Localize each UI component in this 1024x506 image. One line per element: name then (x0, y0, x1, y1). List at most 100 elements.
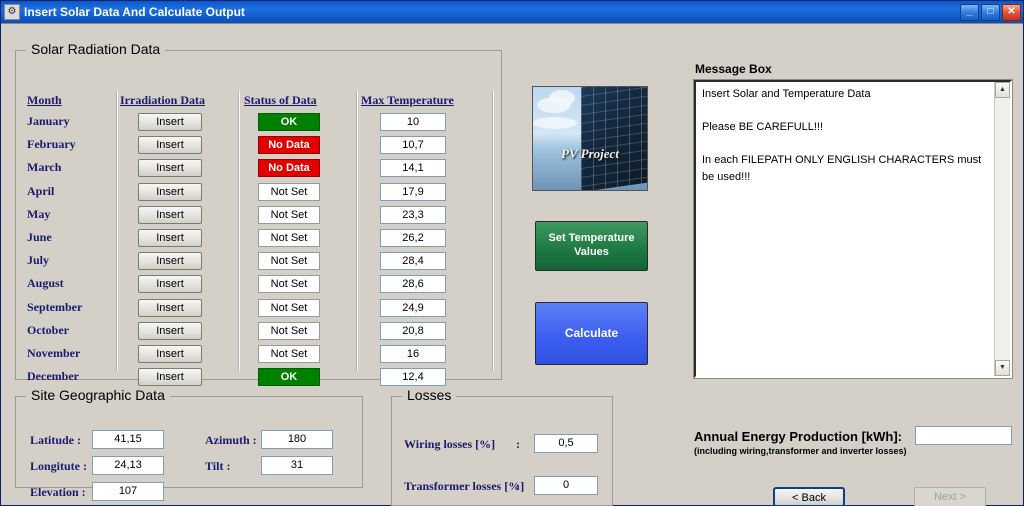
calculate-button[interactable]: Calculate (535, 302, 648, 365)
next-button: Next > (914, 487, 986, 506)
month-label: May (27, 207, 51, 221)
max-temperature-input[interactable]: 12,4 (380, 368, 446, 386)
month-label: November (27, 346, 81, 360)
max-temperature-input[interactable]: 20,8 (380, 322, 446, 340)
status-badge: Not Set (258, 299, 320, 317)
max-temperature-input[interactable]: 14,1 (380, 159, 446, 177)
pv-project-image: PV Project (532, 86, 648, 191)
insert-irradiation-button[interactable]: Insert (138, 299, 202, 317)
insert-irradiation-button[interactable]: Insert (138, 322, 202, 340)
insert-irradiation-button[interactable]: Insert (138, 229, 202, 247)
insert-irradiation-button[interactable]: Insert (138, 275, 202, 293)
max-temperature-input[interactable]: 23,3 (380, 206, 446, 224)
max-temperature-input[interactable]: 17,9 (380, 183, 446, 201)
longitude-input[interactable]: 24,13 (92, 456, 164, 475)
cloud-shape (549, 90, 575, 106)
window-controls: _ □ ✕ (960, 3, 1021, 21)
azimuth-input[interactable]: 180 (261, 430, 333, 449)
month-label: April (27, 184, 55, 198)
insert-irradiation-button[interactable]: Insert (138, 136, 202, 154)
column-header-status: Status of Data (244, 93, 317, 107)
wiring-losses-label: Wiring losses [%] (404, 437, 496, 451)
gear-icon: ⚙ (4, 4, 20, 20)
annual-energy-label: Annual Energy Production [kWh]: (694, 429, 902, 444)
transformer-losses-separator: : (516, 479, 520, 493)
tilt-input[interactable]: 31 (261, 456, 333, 475)
max-temperature-input[interactable]: 10 (380, 113, 446, 131)
scroll-down-icon[interactable]: ▼ (995, 360, 1010, 376)
message-box: Insert Solar and Temperature Data Please… (693, 79, 1013, 379)
status-badge: Not Set (258, 252, 320, 270)
max-temperature-input[interactable]: 28,4 (380, 252, 446, 270)
message-box-label: Message Box (695, 62, 772, 76)
losses-group-legend: Losses (402, 387, 457, 403)
scroll-up-icon[interactable]: ▲ (995, 82, 1010, 98)
set-temperature-values-button[interactable]: Set Temperature Values (535, 221, 648, 271)
insert-irradiation-button[interactable]: Insert (138, 368, 202, 386)
month-label: March (27, 160, 62, 174)
site-geographic-data-group: Site Geographic Data Latitude : 41,15 Lo… (15, 387, 363, 501)
column-divider-2 (238, 91, 240, 371)
pv-image-caption: PV Project (561, 146, 619, 161)
status-badge: Not Set (258, 345, 320, 363)
insert-irradiation-button[interactable]: Insert (138, 183, 202, 201)
column-header-irradiation: Irradiation Data (120, 93, 205, 107)
month-label: September (27, 300, 83, 314)
wiring-losses-input[interactable]: 0,5 (534, 434, 598, 453)
max-temperature-input[interactable]: 10,7 (380, 136, 446, 154)
solar-radiation-data-group: Solar Radiation Data Month Irradiation D… (15, 41, 502, 386)
back-button[interactable]: < Back (773, 487, 845, 506)
window-title: Insert Solar Data And Calculate Output (24, 5, 245, 19)
maximize-button[interactable]: □ (981, 3, 1000, 21)
status-badge: No Data (258, 159, 320, 177)
status-badge: OK (258, 368, 320, 386)
column-header-maxtemp: Max Temperature (361, 93, 454, 107)
application-window: ⚙ Insert Solar Data And Calculate Output… (0, 0, 1024, 506)
losses-group: Losses Wiring losses [%] : 0,5 Transform… (391, 387, 613, 506)
max-temperature-input[interactable]: 16 (380, 345, 446, 363)
status-badge: OK (258, 113, 320, 131)
insert-irradiation-button[interactable]: Insert (138, 345, 202, 363)
month-label: June (27, 230, 52, 244)
solar-panel-graphic (581, 87, 647, 190)
minimize-button[interactable]: _ (960, 3, 979, 21)
max-temperature-input[interactable]: 28,6 (380, 275, 446, 293)
month-label: December (27, 369, 79, 383)
tilt-label: Tilt : (205, 459, 231, 473)
window-body: Solar Radiation Data Month Irradiation D… (1, 23, 1023, 506)
insert-irradiation-button[interactable]: Insert (138, 159, 202, 177)
solar-group-legend: Solar Radiation Data (26, 41, 166, 57)
longitude-label: Longitute : (30, 459, 87, 473)
column-divider-3 (356, 91, 358, 371)
max-temperature-input[interactable]: 26,2 (380, 229, 446, 247)
month-label: February (27, 137, 76, 151)
column-divider-4 (492, 91, 494, 371)
close-button[interactable]: ✕ (1002, 3, 1021, 21)
status-badge: Not Set (258, 183, 320, 201)
set-temp-line1: Set Temperature (548, 232, 635, 245)
status-badge: Not Set (258, 206, 320, 224)
transformer-losses-input[interactable]: 0 (534, 476, 598, 495)
month-label: October (27, 323, 69, 337)
annual-energy-input[interactable] (915, 426, 1012, 445)
transformer-losses-label: Transformer losses [%] (404, 479, 525, 493)
insert-irradiation-button[interactable]: Insert (138, 113, 202, 131)
site-group-legend: Site Geographic Data (26, 387, 170, 403)
status-badge: No Data (258, 136, 320, 154)
month-label: January (27, 114, 70, 128)
column-header-month: Month (27, 93, 62, 107)
insert-irradiation-button[interactable]: Insert (138, 252, 202, 270)
elevation-input[interactable]: 107 (92, 482, 164, 501)
insert-irradiation-button[interactable]: Insert (138, 206, 202, 224)
cloud-shape (533, 117, 577, 129)
status-badge: Not Set (258, 322, 320, 340)
set-temp-line2: Values (574, 246, 609, 258)
latitude-input[interactable]: 41,15 (92, 430, 164, 449)
month-label: July (27, 253, 50, 267)
max-temperature-input[interactable]: 24,9 (380, 299, 446, 317)
month-label: August (27, 276, 64, 290)
message-box-scrollbar[interactable]: ▲ ▼ (994, 82, 1010, 376)
elevation-label: Elevation : (30, 485, 86, 499)
message-box-text: Insert Solar and Temperature Data Please… (702, 88, 982, 183)
latitude-label: Latitude : (30, 433, 81, 447)
